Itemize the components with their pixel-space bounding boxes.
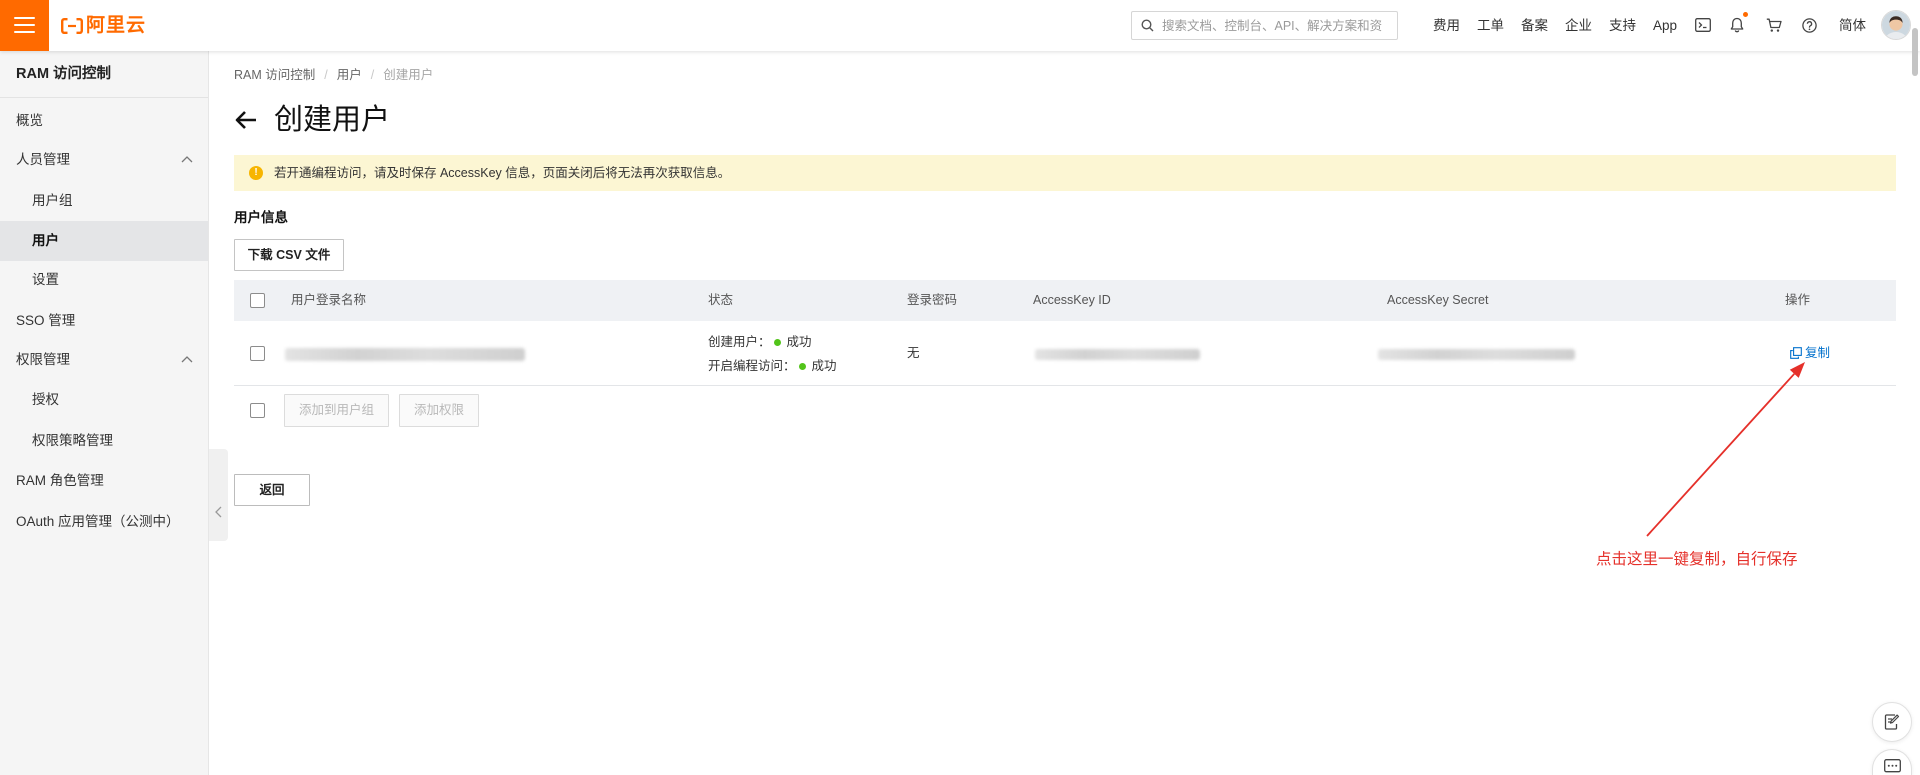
search-icon	[1141, 19, 1154, 32]
hamburger-line	[14, 31, 35, 33]
page-scrollbar[interactable]	[1912, 28, 1918, 76]
sidebar-item-label: 用户	[32, 233, 59, 248]
annotation-text: 点击这里一键复制，自行保存	[1596, 551, 1798, 568]
brand-name[interactable]: 阿里云	[86, 12, 146, 39]
sidebar-item-user-groups[interactable]: 用户组	[0, 181, 208, 221]
warning-icon: !	[249, 166, 263, 180]
breadcrumb: RAM 访问控制 / 用户 / 创建用户	[234, 65, 433, 85]
warning-text: 若开通编程访问，请及时保存 AccessKey 信息，页面关闭后将无法再次获取信…	[274, 166, 731, 180]
sidebar-item-label: 权限管理	[16, 352, 70, 367]
hamburger-line	[14, 24, 35, 26]
back-button[interactable]: 返回	[234, 474, 310, 506]
nav-app[interactable]: App	[1653, 0, 1677, 51]
status-value: 成功	[786, 335, 812, 349]
back-arrow-icon[interactable]	[234, 110, 258, 130]
aliyun-logo-icon[interactable]	[61, 18, 83, 34]
status-cell: 创建用户： 成功 开启编程访问： 成功	[708, 330, 837, 378]
column-header-username: 用户登录名称	[291, 293, 367, 307]
sidebar-item-label: 授权	[32, 392, 59, 407]
sidebar-item-label: SSO 管理	[16, 313, 76, 328]
warning-banner: ! 若开通编程访问，请及时保存 AccessKey 信息，页面关闭后将无法再次获…	[234, 155, 1896, 191]
sidebar-item-label: RAM 角色管理	[16, 473, 104, 488]
avatar[interactable]	[1881, 10, 1911, 40]
status-line-programmatic-access: 开启编程访问： 成功	[708, 354, 837, 378]
cart-icon[interactable]	[1766, 18, 1782, 33]
sidebar-item-label: 人员管理	[16, 152, 70, 167]
nav-billing[interactable]: 费用	[1433, 0, 1460, 51]
password-cell: 无	[907, 346, 920, 360]
hamburger-line	[14, 17, 35, 19]
terminal-icon[interactable]	[1695, 18, 1711, 32]
breadcrumb-item[interactable]: 用户	[337, 68, 362, 82]
chevron-up-icon	[181, 156, 193, 163]
sidebar-item-identities[interactable]: 人员管理	[0, 140, 208, 180]
search-box[interactable]	[1131, 11, 1398, 40]
annotation-arrow	[1600, 340, 1830, 550]
breadcrumb-current: 创建用户	[383, 68, 434, 82]
accesskey-id-redacted	[1035, 349, 1200, 360]
sidebar-item-label: 用户组	[32, 193, 73, 208]
sidebar-title[interactable]: RAM 访问控制	[0, 51, 208, 98]
sidebar-item-label: OAuth 应用管理（公测中）	[16, 514, 180, 529]
column-header-actions: 操作	[1785, 293, 1811, 307]
sidebar-item-label: 权限策略管理	[32, 433, 113, 448]
bell-icon[interactable]	[1730, 17, 1744, 33]
sidebar-item-grants[interactable]: 授权	[0, 380, 208, 420]
status-value: 成功	[811, 359, 837, 373]
nav-enterprise[interactable]: 企业	[1565, 0, 1592, 51]
success-dot	[798, 362, 806, 370]
page-title: 创建用户	[274, 104, 391, 136]
sidebar-item-overview[interactable]: 概览	[0, 101, 208, 141]
nav-tickets[interactable]: 工单	[1477, 0, 1504, 51]
notification-dot	[1743, 12, 1748, 17]
chevron-left-icon	[215, 506, 222, 518]
top-navigation-bar: 阿里云 费用 工单 备案 企业 支持 App 简体	[0, 0, 1920, 51]
batch-select-checkbox[interactable]	[250, 403, 265, 418]
nav-icp-filing[interactable]: 备案	[1521, 0, 1548, 51]
search-input[interactable]	[1162, 12, 1395, 39]
column-header-accesskey-id: AccessKey ID	[1033, 293, 1111, 307]
sidebar-item-ram-roles[interactable]: RAM 角色管理	[0, 461, 208, 501]
add-to-group-button[interactable]: 添加到用户组	[284, 394, 389, 427]
status-line-create-user: 创建用户： 成功	[708, 330, 837, 354]
breadcrumb-separator: /	[324, 68, 328, 82]
sidebar-item-settings[interactable]: 设置	[0, 260, 208, 300]
hamburger-menu-icon[interactable]	[0, 0, 49, 51]
sidebar: RAM 访问控制 概览 人员管理 用户组 用户 设置 SSO 管理 权限管理 授…	[0, 51, 209, 775]
sidebar-item-permissions[interactable]: 权限管理	[0, 340, 208, 380]
column-header-password: 登录密码	[907, 293, 958, 307]
accesskey-secret-redacted	[1378, 349, 1575, 360]
column-header-accesskey-secret: AccessKey Secret	[1387, 293, 1489, 307]
feedback-button[interactable]	[1872, 702, 1912, 742]
sidebar-item-sso[interactable]: SSO 管理	[0, 301, 208, 341]
chevron-up-icon	[181, 356, 193, 363]
breadcrumb-separator: /	[370, 68, 375, 82]
help-icon[interactable]	[1802, 18, 1817, 33]
nav-support[interactable]: 支持	[1609, 0, 1636, 51]
status-label: 创建用户：	[708, 335, 771, 349]
column-header-status: 状态	[708, 293, 734, 307]
username-redacted	[285, 348, 525, 361]
section-title: 用户信息	[234, 210, 288, 225]
sidebar-collapse-handle[interactable]	[209, 449, 228, 541]
sidebar-item-label: 概览	[16, 113, 43, 128]
status-label: 开启编程访问：	[708, 359, 796, 373]
table-header: 用户登录名称 状态 登录密码 AccessKey ID AccessKey Se…	[234, 280, 1896, 321]
breadcrumb-item[interactable]: RAM 访问控制	[234, 68, 315, 82]
download-csv-button[interactable]: 下载 CSV 文件	[234, 239, 344, 271]
sidebar-item-label: 设置	[32, 272, 59, 287]
sidebar-item-oauth-apps[interactable]: OAuth 应用管理（公测中）	[0, 502, 208, 542]
select-all-checkbox[interactable]	[250, 293, 265, 308]
sidebar-item-users[interactable]: 用户	[0, 221, 208, 261]
chat-button[interactable]	[1872, 749, 1912, 775]
add-permission-button[interactable]: 添加权限	[399, 394, 479, 427]
sidebar-item-policies[interactable]: 权限策略管理	[0, 421, 208, 461]
row-checkbox[interactable]	[250, 346, 265, 361]
success-dot	[773, 338, 781, 346]
language-switch[interactable]: 简体	[1839, 0, 1866, 51]
